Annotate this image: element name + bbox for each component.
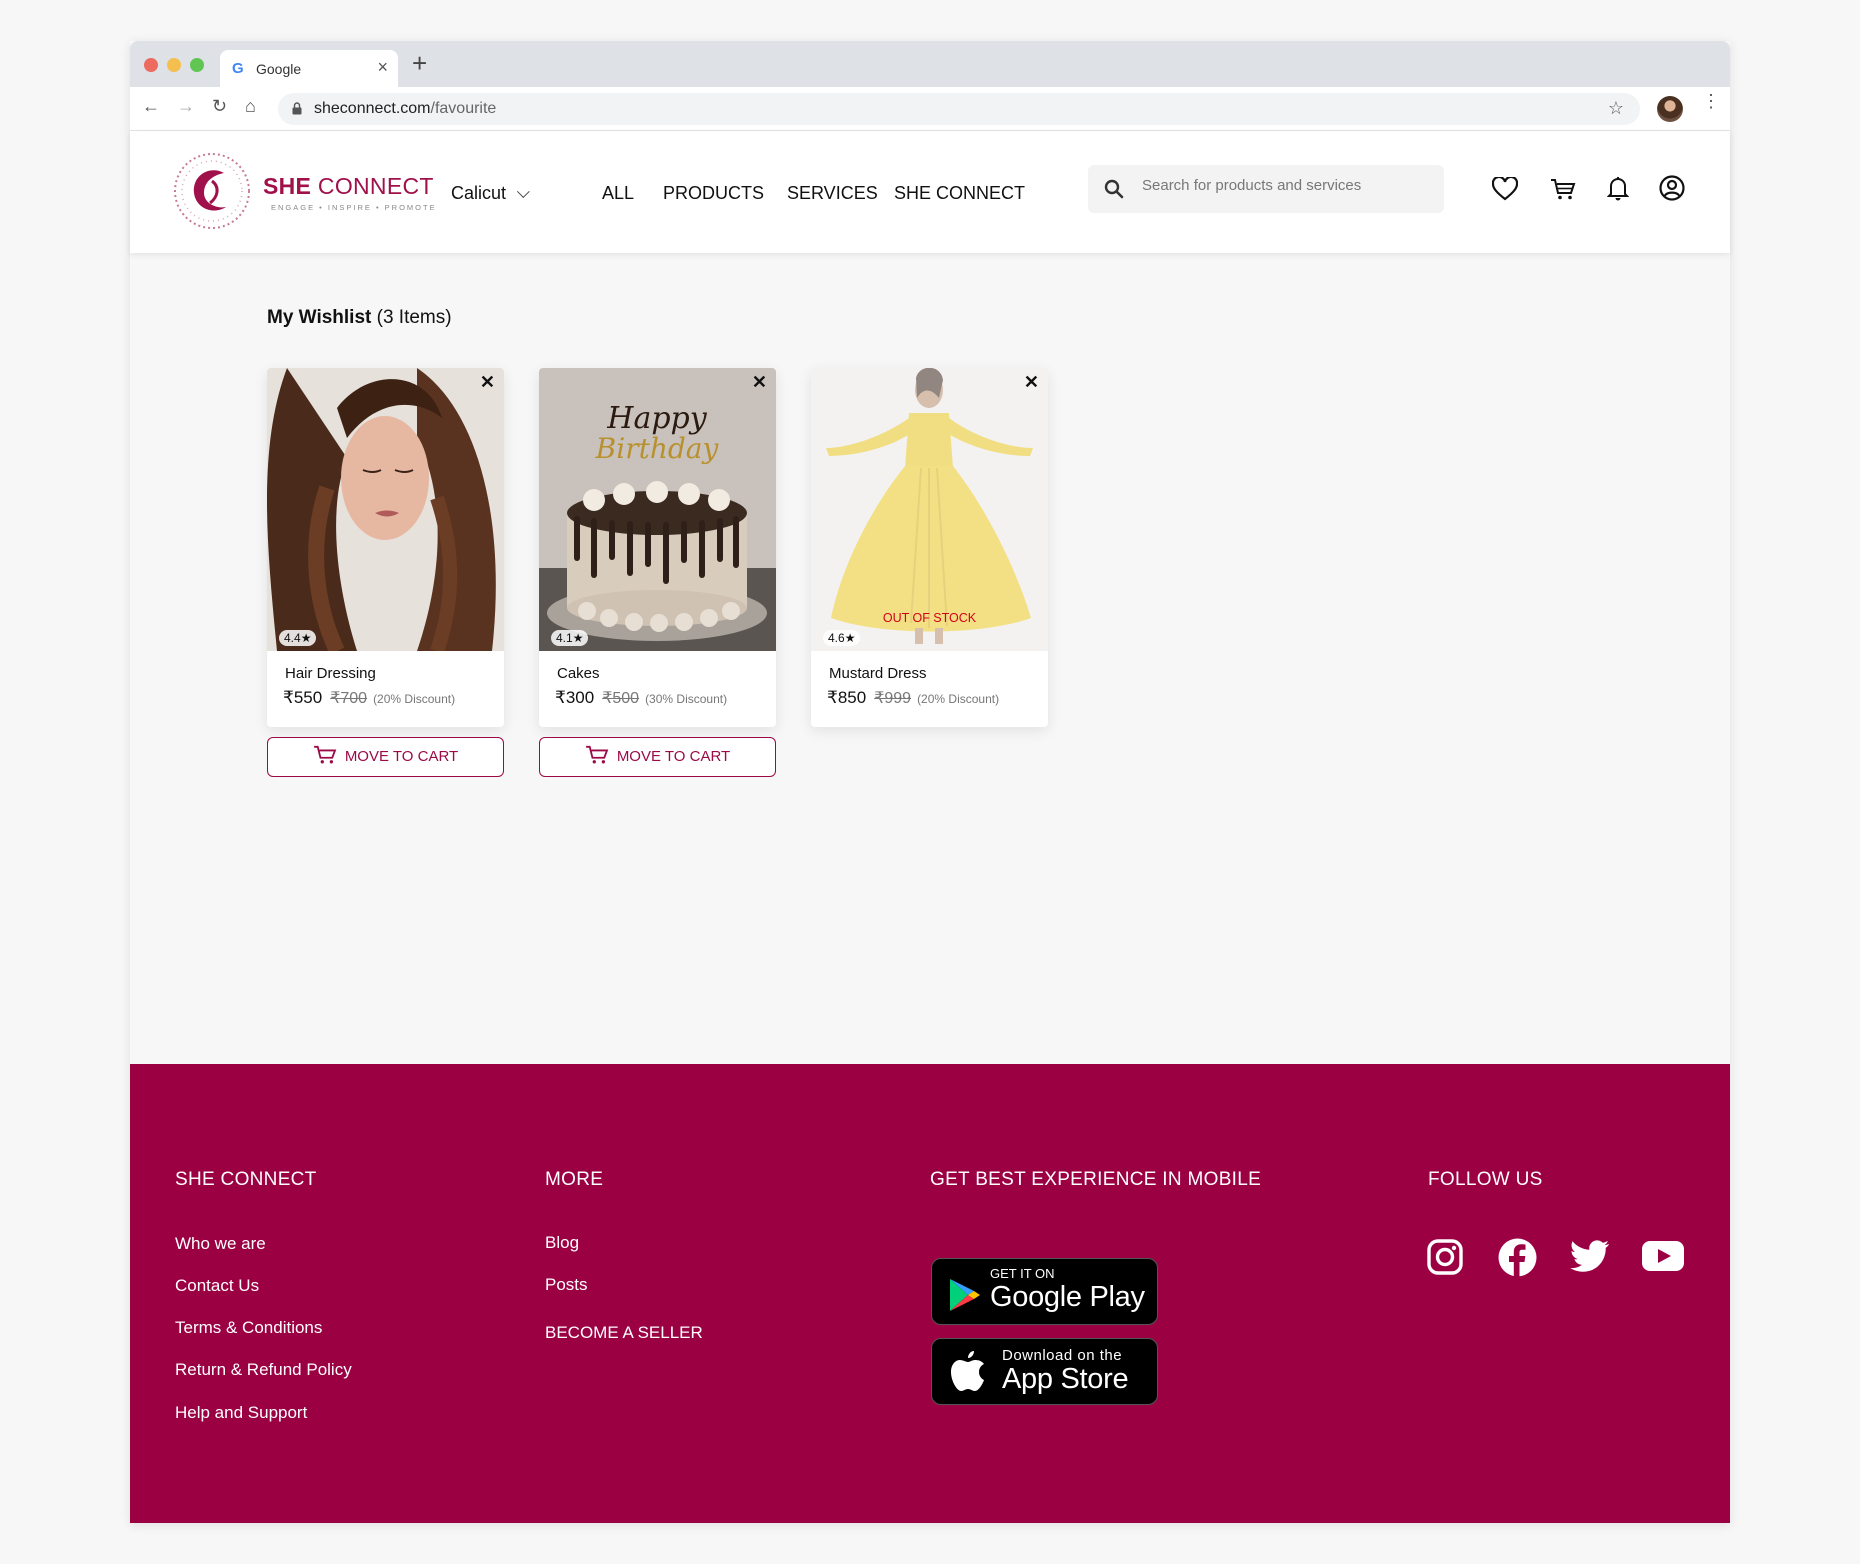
google-play-big-text: Google Play bbox=[990, 1281, 1145, 1313]
move-to-cart-button[interactable]: MOVE TO CART bbox=[539, 737, 776, 777]
original-price: ₹999 bbox=[874, 690, 912, 707]
wishlist-card[interactable]: Happy Birthday ✕ 4.1★ Cakes ₹300 ₹500 (30%… bbox=[539, 368, 776, 727]
maximize-window-button[interactable] bbox=[190, 58, 204, 72]
heart-icon[interactable] bbox=[1492, 177, 1518, 201]
tab-title: Google bbox=[256, 61, 302, 77]
tab-bar: G Google × + bbox=[130, 41, 1730, 87]
discount-label: (20% Discount) bbox=[373, 692, 456, 706]
new-tab-icon[interactable]: + bbox=[412, 48, 427, 79]
address-bar[interactable]: sheconnect.com/favourite ☆ bbox=[278, 93, 1640, 125]
facebook-icon[interactable] bbox=[1497, 1237, 1538, 1278]
original-price: ₹700 bbox=[330, 690, 368, 707]
rating-badge: 4.6★ bbox=[823, 630, 861, 646]
url-text: sheconnect.com/favourite bbox=[314, 100, 497, 117]
site-footer: SHE CONNECT Who we are Contact Us Terms … bbox=[130, 1064, 1730, 1523]
footer-heading-mobile: GET BEST EXPERIENCE IN MOBILE bbox=[930, 1169, 1262, 1190]
cart-icon bbox=[313, 745, 337, 764]
product-price: ₹850 ₹999 (20% Discount) bbox=[827, 688, 1000, 707]
home-icon[interactable]: ⌂ bbox=[245, 96, 256, 117]
search-input[interactable] bbox=[1142, 177, 1432, 194]
brand-name[interactable]: SHE CONNECT bbox=[263, 173, 434, 200]
instagram-icon[interactable] bbox=[1426, 1238, 1464, 1276]
close-tab-icon[interactable]: × bbox=[377, 57, 388, 78]
product-image[interactable] bbox=[267, 368, 504, 651]
bookmark-star-icon[interactable]: ☆ bbox=[1608, 98, 1624, 119]
google-play-icon bbox=[950, 1279, 980, 1311]
lock-icon bbox=[292, 102, 302, 115]
item-count: (3 Items) bbox=[376, 307, 452, 328]
account-icon[interactable] bbox=[1659, 175, 1685, 201]
browser-menu-icon[interactable]: ⋮ bbox=[1702, 92, 1720, 110]
profile-avatar[interactable] bbox=[1657, 96, 1683, 122]
minimize-window-button[interactable] bbox=[167, 58, 181, 72]
product-name[interactable]: Hair Dressing bbox=[285, 665, 376, 682]
google-favicon-icon: G bbox=[232, 60, 244, 77]
youtube-icon[interactable] bbox=[1642, 1241, 1684, 1271]
footer-link-return-refund[interactable]: Return & Refund Policy bbox=[175, 1360, 352, 1380]
chevron-down-icon bbox=[516, 185, 530, 199]
city-selector[interactable]: Calicut bbox=[451, 183, 530, 204]
she-connect-logo-icon[interactable] bbox=[172, 151, 252, 231]
google-play-badge[interactable]: GET IT ON Google Play bbox=[931, 1258, 1158, 1325]
app-store-small-text: Download on the bbox=[1002, 1347, 1123, 1364]
nav-products[interactable]: PRODUCTS bbox=[663, 183, 764, 204]
browser-tab[interactable]: G Google × bbox=[220, 50, 398, 87]
address-row: ← → ↻ ⌂ sheconnect.com/favourite ☆ ⋮ bbox=[130, 87, 1730, 131]
product-name[interactable]: Cakes bbox=[557, 665, 600, 682]
bell-icon[interactable] bbox=[1607, 175, 1629, 201]
footer-link-terms[interactable]: Terms & Conditions bbox=[175, 1318, 322, 1338]
product-image[interactable]: Happy Birthday bbox=[539, 368, 776, 651]
discount-label: (20% Discount) bbox=[917, 692, 1000, 706]
page-title: My Wishlist (3 Items) bbox=[267, 307, 452, 328]
browser-window: G Google × + ← → ↻ ⌂ sheconnect.com/favo… bbox=[130, 41, 1730, 1523]
product-price: ₹300 ₹500 (30% Discount) bbox=[555, 688, 728, 707]
search-icon bbox=[1104, 179, 1124, 199]
move-to-cart-button[interactable]: MOVE TO CART bbox=[267, 737, 504, 777]
rating-badge: 4.4★ bbox=[279, 630, 317, 646]
out-of-stock-overlay bbox=[811, 368, 1048, 651]
footer-link-blog[interactable]: Blog bbox=[545, 1233, 579, 1253]
footer-link-posts[interactable]: Posts bbox=[545, 1275, 588, 1295]
footer-link-contact-us[interactable]: Contact Us bbox=[175, 1276, 259, 1296]
cart-icon bbox=[585, 745, 609, 764]
out-of-stock-label: OUT OF STOCK bbox=[882, 611, 977, 625]
apple-icon bbox=[951, 1351, 984, 1391]
nav-services[interactable]: SERVICES bbox=[787, 183, 878, 204]
wishlist-card[interactable]: ✕ 4.4★ Hair Dressing ₹550 ₹700 (20% Discou… bbox=[267, 368, 504, 727]
product-name[interactable]: Mustard Dress bbox=[829, 665, 927, 682]
search-box bbox=[1088, 165, 1444, 213]
footer-link-become-seller[interactable]: BECOME A SELLER bbox=[545, 1323, 703, 1343]
wishlist-card[interactable]: OUT OF STOCK ✕ 4.6★ Mustard Dress ₹850 ₹9… bbox=[811, 368, 1048, 727]
close-window-button[interactable] bbox=[144, 58, 158, 72]
twitter-icon[interactable] bbox=[1570, 1240, 1610, 1274]
svg-text:Birthday: Birthday bbox=[595, 432, 720, 465]
cart-icon[interactable] bbox=[1550, 177, 1576, 201]
remove-item-close-icon[interactable]: ✕ bbox=[480, 372, 495, 393]
remove-item-close-icon[interactable]: ✕ bbox=[752, 372, 767, 393]
app-store-big-text: App Store bbox=[1002, 1363, 1129, 1395]
discount-label: (30% Discount) bbox=[645, 692, 728, 706]
svg-text:Happy: Happy bbox=[606, 401, 707, 436]
app-store-badge[interactable]: Download on the App Store bbox=[931, 1338, 1158, 1405]
footer-link-who-we-are[interactable]: Who we are bbox=[175, 1234, 266, 1254]
remove-item-close-icon[interactable]: ✕ bbox=[1024, 372, 1039, 393]
google-play-small-text: GET IT ON bbox=[990, 1266, 1055, 1281]
forward-arrow-icon[interactable]: → bbox=[177, 96, 195, 117]
rating-badge: 4.1★ bbox=[551, 630, 589, 646]
footer-heading-more: MORE bbox=[545, 1169, 604, 1190]
reload-icon[interactable]: ↻ bbox=[212, 96, 227, 117]
footer-link-help-support[interactable]: Help and Support bbox=[175, 1403, 307, 1423]
site-header: SHE CONNECT ENGAGE • INSPIRE • PROMOTE C… bbox=[130, 131, 1730, 253]
brand-tagline: ENGAGE • INSPIRE • PROMOTE bbox=[271, 203, 437, 212]
product-price: ₹550 ₹700 (20% Discount) bbox=[283, 688, 456, 707]
nav-all[interactable]: ALL bbox=[602, 183, 634, 204]
footer-heading-follow-us: FOLLOW US bbox=[1428, 1169, 1543, 1190]
back-arrow-icon[interactable]: ← bbox=[142, 96, 160, 117]
footer-heading-she-connect: SHE CONNECT bbox=[175, 1169, 317, 1190]
nav-she-connect[interactable]: SHE CONNECT bbox=[894, 183, 1025, 204]
original-price: ₹500 bbox=[602, 690, 640, 707]
